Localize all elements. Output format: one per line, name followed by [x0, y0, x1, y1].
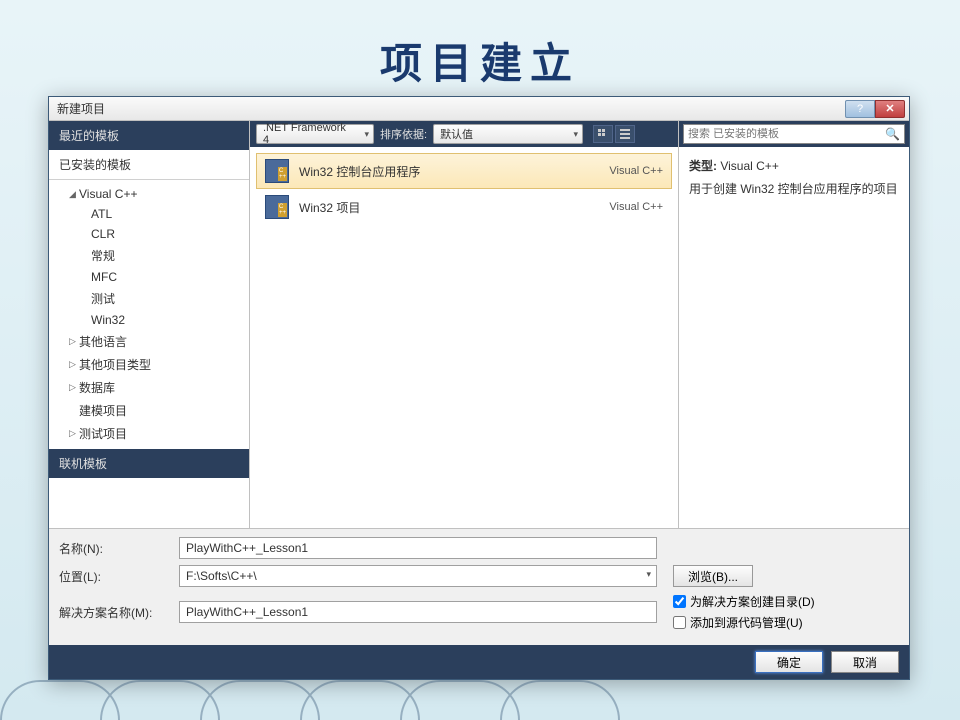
- search-icon: 🔍: [885, 127, 900, 141]
- tree-mfc[interactable]: MFC: [49, 267, 249, 287]
- template-lang: Visual C++: [609, 201, 663, 213]
- solution-label: 解决方案名称(M):: [59, 604, 171, 621]
- right-panel: 🔍 类型: Visual C++ 用于创建 Win32 控制台应用程序的项目: [679, 121, 909, 528]
- tree-other-lang[interactable]: ▷其他语言: [49, 330, 249, 353]
- page-title: 项目建立: [0, 0, 960, 111]
- solution-field[interactable]: [179, 601, 657, 623]
- cpp-project-icon: [265, 195, 289, 219]
- online-templates-header[interactable]: 联机模板: [49, 449, 249, 478]
- tree-modeling[interactable]: 建模项目: [49, 399, 249, 422]
- browse-button[interactable]: 浏览(B)...: [673, 565, 753, 587]
- close-button[interactable]: ✕: [875, 100, 905, 118]
- details-icon: [619, 128, 631, 140]
- tree-test-proj[interactable]: ▷测试项目: [49, 422, 249, 445]
- view-small-icons[interactable]: [593, 125, 613, 143]
- template-tree: ◢Visual C++ ATL CLR 常规 MFC 测试 Win32 ▷其他语…: [49, 180, 249, 449]
- type-row: 类型: Visual C++: [689, 157, 899, 176]
- create-dir-input[interactable]: [673, 595, 686, 608]
- recent-templates-header[interactable]: 最近的模板: [49, 121, 249, 150]
- template-list: Win32 控制台应用程序 Visual C++ Win32 项目 Visual…: [250, 147, 678, 528]
- chevron-right-icon: ▷: [69, 428, 79, 439]
- create-dir-checkbox[interactable]: 为解决方案创建目录(D): [673, 593, 815, 610]
- center-panel: .NET Framework 4 排序依据: 默认值: [249, 121, 679, 528]
- chevron-right-icon: ▷: [69, 382, 79, 393]
- installed-templates-header[interactable]: 已安装的模板: [49, 150, 249, 180]
- left-spacer: [49, 478, 249, 528]
- chevron-down-icon: ◢: [69, 189, 79, 200]
- name-label: 名称(N):: [59, 540, 171, 557]
- chevron-right-icon: ▷: [69, 359, 79, 370]
- dialog-title: 新建项目: [53, 100, 845, 117]
- location-label: 位置(L):: [59, 568, 171, 585]
- search-input[interactable]: [688, 128, 885, 140]
- tree-visual-cpp[interactable]: ◢Visual C++: [49, 184, 249, 204]
- help-button[interactable]: ?: [845, 100, 875, 118]
- small-icons-icon: [597, 128, 609, 140]
- tree-general[interactable]: 常规: [49, 244, 249, 267]
- tree-database[interactable]: ▷数据库: [49, 376, 249, 399]
- sort-combo[interactable]: 默认值: [433, 124, 583, 144]
- template-name: Win32 项目: [299, 199, 599, 216]
- tree-test[interactable]: 测试: [49, 287, 249, 310]
- toolbar: .NET Framework 4 排序依据: 默认值: [250, 121, 678, 147]
- search-box[interactable]: 🔍: [683, 124, 905, 144]
- description-area: 类型: Visual C++ 用于创建 Win32 控制台应用程序的项目: [679, 147, 909, 209]
- template-win32-console[interactable]: Win32 控制台应用程序 Visual C++: [256, 153, 672, 189]
- cancel-button[interactable]: 取消: [831, 651, 899, 673]
- framework-combo[interactable]: .NET Framework 4: [256, 124, 374, 144]
- left-panel: 最近的模板 已安装的模板 ◢Visual C++ ATL CLR 常规 MFC …: [49, 121, 249, 528]
- cpp-project-icon: [265, 159, 289, 183]
- template-name: Win32 控制台应用程序: [299, 163, 599, 180]
- create-dir-label: 为解决方案创建目录(D): [690, 593, 815, 610]
- template-lang: Visual C++: [609, 165, 663, 177]
- chevron-right-icon: ▷: [69, 336, 79, 347]
- location-field[interactable]: [179, 565, 657, 587]
- ok-button[interactable]: 确定: [755, 651, 823, 673]
- titlebar: 新建项目 ? ✕: [49, 97, 909, 121]
- bottom-form: 名称(N): 位置(L): 浏览(B)... 解决方案名称(M): 为解决方案创…: [49, 528, 909, 645]
- tree-win32[interactable]: Win32: [49, 310, 249, 330]
- add-source-label: 添加到源代码管理(U): [690, 614, 803, 631]
- add-source-checkbox[interactable]: 添加到源代码管理(U): [673, 614, 815, 631]
- button-bar: 确定 取消: [49, 645, 909, 679]
- sort-label: 排序依据:: [380, 126, 427, 142]
- template-win32-project[interactable]: Win32 项目 Visual C++: [256, 189, 672, 225]
- type-value: Visual C++: [720, 159, 778, 173]
- view-details[interactable]: [615, 125, 635, 143]
- type-label: 类型:: [689, 159, 717, 173]
- tree-clr[interactable]: CLR: [49, 224, 249, 244]
- tree-atl[interactable]: ATL: [49, 204, 249, 224]
- search-row: 🔍: [679, 121, 909, 147]
- name-field[interactable]: [179, 537, 657, 559]
- new-project-dialog: 新建项目 ? ✕ 最近的模板 已安装的模板 ◢Visual C++ ATL CL…: [48, 96, 910, 680]
- tree-other-types[interactable]: ▷其他项目类型: [49, 353, 249, 376]
- add-source-input[interactable]: [673, 616, 686, 629]
- description-text: 用于创建 Win32 控制台应用程序的项目: [689, 180, 899, 199]
